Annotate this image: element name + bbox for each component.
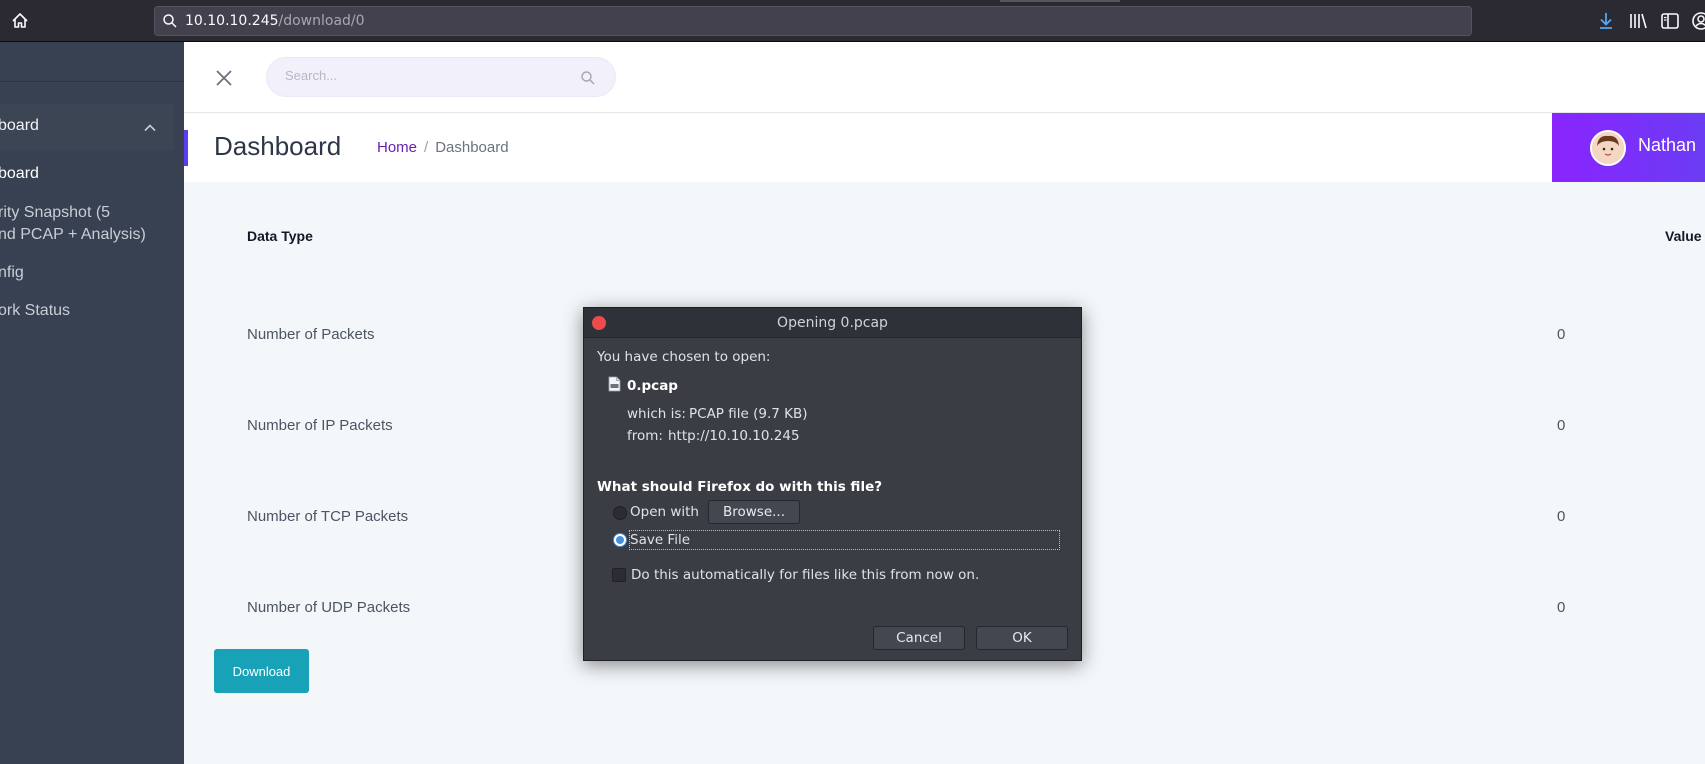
url-bar[interactable]: 10.10.10.245/download/0 [154,6,1472,36]
dialog-titlebar: Opening 0.pcap [584,308,1081,338]
breadcrumb-current: Dashboard [435,139,509,156]
home-icon[interactable] [9,10,31,32]
dialog-question: What should Firefox do with this file? [597,479,883,495]
breadcrumb-home[interactable]: Home [377,139,417,156]
page-header: Dashboard Home / Dashboard Nathan [184,113,1705,182]
table-header-value: Value [1665,228,1702,244]
avatar [1590,130,1626,166]
breadcrumb: Home / Dashboard [377,139,509,156]
close-icon[interactable] [214,68,234,88]
search-input[interactable] [285,68,565,83]
downloads-icon[interactable] [1595,10,1617,32]
browser-toolbar: 10.10.10.245/download/0 [0,0,1705,42]
save-file-label[interactable]: Save File [630,532,690,548]
file-icon [608,376,621,396]
sidebar-section-label: board [0,117,39,134]
dialog-intro: You have chosen to open: [597,349,771,365]
sidebar-item-network-status[interactable]: ork Status [0,300,70,322]
table-row-label: Number of Packets [247,326,375,343]
download-button[interactable]: Download [214,649,309,693]
auto-checkbox-label[interactable]: Do this automatically for files like thi… [631,567,979,583]
user-menu[interactable]: Nathan [1552,113,1705,182]
open-with-label[interactable]: Open with [630,504,699,520]
url-text: 10.10.10.245/download/0 [185,13,365,29]
url-host: 10.10.10.245 [185,13,279,29]
table-row-value: 0 [1557,417,1566,434]
auto-checkbox[interactable] [612,568,626,582]
dialog-title: Opening 0.pcap [777,315,888,331]
table-row-value: 0 [1557,326,1566,343]
sidebar-toggle-icon[interactable] [1659,10,1681,32]
browse-button[interactable]: Browse... [708,500,800,524]
dialog-file-type: PCAP file (9.7 KB) [689,406,808,422]
sidebar: board board rity Snapshot (5 nd PCAP + A… [0,42,184,764]
sidebar-divider [0,81,184,82]
sidebar-item-ip-config[interactable]: nfig [0,262,24,284]
table-row-label: Number of UDP Packets [247,599,411,616]
table-row-value: 0 [1557,599,1566,616]
sidebar-item-security-snapshot[interactable]: rity Snapshot (5 [0,202,110,224]
save-file-focus-ring [629,530,1060,550]
top-nav [184,42,1705,113]
sidebar-item-dashboard[interactable]: board [0,163,39,185]
ok-button[interactable]: OK [976,626,1068,650]
url-path: /download/0 [278,13,365,29]
dialog-from-label: from: [627,428,663,444]
table-header-data-type: Data Type [247,228,313,244]
search-icon[interactable] [580,70,596,90]
chevron-up-icon [143,120,157,139]
breadcrumb-separator: / [424,139,429,156]
title-accent [184,130,188,166]
page-title: Dashboard [214,131,342,161]
table-row-value: 0 [1557,508,1566,525]
tab-strip [1000,0,1120,2]
account-icon[interactable] [1690,10,1705,32]
dialog-which-is-label: which is: [627,406,686,422]
dialog-from-url: http://10.10.10.245 [668,428,800,444]
dialog-filename: 0.pcap [627,378,678,394]
search-icon [162,13,178,33]
table-row-label: Number of TCP Packets [247,508,409,525]
table-row-label: Number of IP Packets [247,417,393,434]
sidebar-item-security-snapshot-line2[interactable]: nd PCAP + Analysis) [0,224,146,246]
library-icon[interactable] [1627,10,1649,32]
cancel-button[interactable]: Cancel [873,626,965,650]
user-name: Nathan [1638,135,1697,155]
download-dialog: Opening 0.pcap You have chosen to open: … [583,307,1082,661]
sidebar-section-dashboard[interactable]: board [0,104,174,150]
open-with-radio[interactable] [613,506,627,520]
save-file-radio[interactable] [613,533,627,547]
search-box [266,57,616,97]
